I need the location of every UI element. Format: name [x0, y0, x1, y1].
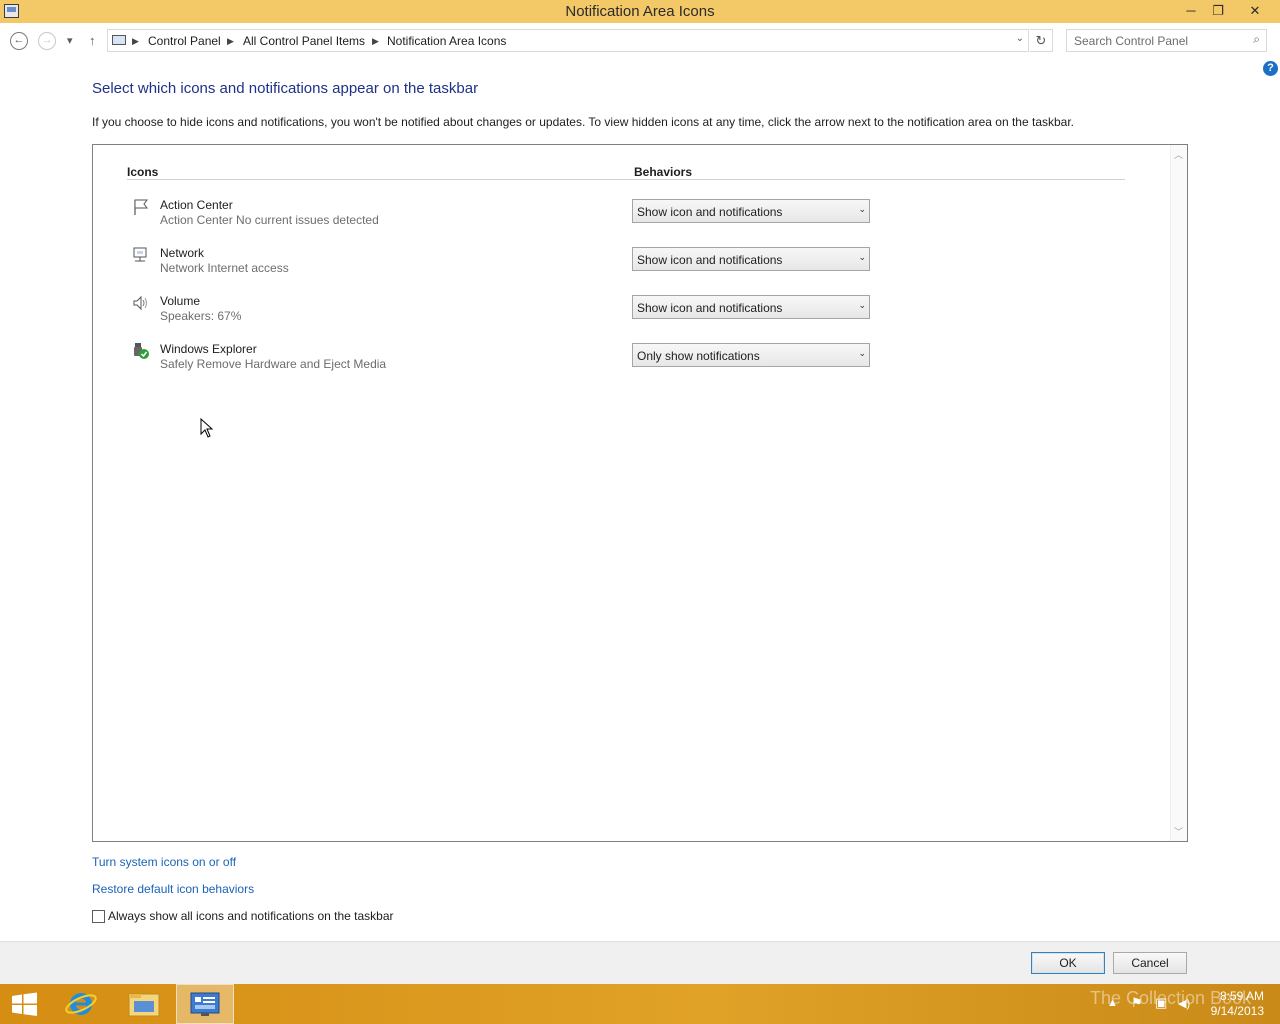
item-name: Volume [160, 294, 201, 308]
breadcrumb-separator[interactable]: ▶ [132, 34, 139, 48]
icons-list-panel: Icons Behaviors Action Center Action Cen… [92, 144, 1188, 842]
behavior-select[interactable]: Only show notifications ⌄ [632, 343, 870, 367]
address-toolbar: ← → ▾ ↑ ▶ Control Panel ▶ All Control Pa… [0, 23, 1280, 59]
behavior-select[interactable]: Show icon and notifications ⌄ [632, 247, 870, 271]
behavior-value: Show icon and notifications [637, 301, 783, 315]
page-description: If you choose to hide icons and notifica… [92, 115, 1075, 129]
always-show-checkbox[interactable] [92, 910, 105, 923]
computer-icon [112, 35, 126, 45]
address-dropdown-icon[interactable]: ⌄ [1016, 33, 1024, 44]
item-detail: Speakers: 67% [160, 309, 242, 323]
chevron-down-icon: ⌄ [858, 300, 866, 310]
list-item-network: Network Network Internet access Show ico… [127, 243, 887, 283]
internet-explorer-button[interactable] [53, 984, 111, 1024]
taskbar: The Collection Book ▲ ⚑ ▣ ◀) 8:59 AM 9/1… [0, 984, 1280, 1024]
scroll-down-icon[interactable]: ﹀ [1174, 825, 1183, 838]
list-item-volume: Volume Speakers: 67% Show icon and notif… [127, 291, 887, 331]
volume-tray-icon[interactable]: ◀) [1178, 997, 1190, 1010]
usb-eject-icon [134, 343, 149, 359]
list-item-action-center: Action Center Action Center No current i… [127, 195, 887, 235]
page-heading: Select which icons and notifications app… [92, 80, 479, 97]
breadcrumb-all-items[interactable]: All Control Panel Items [243, 34, 365, 48]
ok-button[interactable]: OK [1031, 952, 1105, 974]
network-icon [133, 247, 147, 262]
breadcrumb-notification-area-icons[interactable]: Notification Area Icons [387, 34, 506, 48]
recent-locations-button[interactable]: ▾ [67, 32, 73, 50]
scroll-up-icon[interactable]: ︿ [1174, 148, 1183, 161]
behavior-select[interactable]: Show icon and notifications ⌄ [632, 199, 870, 223]
up-button[interactable]: ↑ [89, 32, 96, 50]
speaker-icon [133, 295, 147, 311]
minimize-button[interactable]: ─ [1176, 0, 1206, 21]
search-input[interactable] [1074, 33, 1244, 48]
chevron-down-icon: ⌄ [858, 348, 866, 358]
taskbar-clock[interactable]: 8:59 AM 9/14/2013 [1211, 989, 1264, 1019]
dialog-footer: OK Cancel [0, 941, 1280, 984]
clock-date: 9/14/2013 [1210, 1004, 1264, 1018]
control-panel-taskbar-button[interactable] [176, 984, 234, 1024]
breadcrumb-control-panel[interactable]: Control Panel [148, 34, 221, 48]
search-icon[interactable]: ⌕ [1253, 32, 1260, 47]
network-tray-icon[interactable]: ▣ [1155, 995, 1167, 1011]
folder-icon [128, 993, 160, 1017]
always-show-label[interactable]: Always show all icons and notifications … [108, 909, 394, 923]
item-name: Windows Explorer [160, 342, 257, 356]
start-button[interactable] [0, 984, 58, 1024]
search-box: ⌕ [1066, 29, 1267, 52]
help-icon[interactable]: ? [1263, 61, 1278, 76]
restore-button[interactable]: ❐ [1203, 0, 1233, 21]
breadcrumb-separator[interactable]: ▶ [227, 34, 234, 48]
column-header-behaviors: Behaviors [634, 165, 693, 179]
column-header-icons: Icons [127, 165, 159, 179]
item-detail: Action Center No current issues detected [160, 213, 379, 227]
behavior-value: Show icon and notifications [637, 253, 783, 267]
behavior-value: Only show notifications [637, 349, 760, 363]
header-divider [127, 179, 1125, 180]
window-title: Notification Area Icons [565, 3, 715, 20]
windows-logo-icon [12, 992, 37, 1016]
file-explorer-button[interactable] [115, 984, 173, 1024]
clock-time: 8:59 AM [1219, 989, 1264, 1003]
chevron-down-icon: ⌄ [858, 204, 866, 214]
item-name: Network [160, 246, 205, 260]
back-button[interactable]: ← [10, 32, 28, 50]
breadcrumb-separator[interactable]: ▶ [372, 34, 379, 48]
item-detail: Safely Remove Hardware and Eject Media [160, 357, 387, 371]
turn-system-icons-link[interactable]: Turn system icons on or off [92, 855, 236, 869]
behavior-value: Show icon and notifications [637, 205, 783, 219]
vertical-scrollbar[interactable]: ︿ ﹀ [1170, 145, 1187, 841]
chevron-down-icon: ⌄ [858, 252, 866, 262]
action-center-tray-icon[interactable]: ⚑ [1131, 995, 1143, 1011]
show-hidden-icons-button[interactable]: ▲ [1107, 997, 1118, 1009]
list-item-windows-explorer: Windows Explorer Safely Remove Hardware … [127, 339, 887, 379]
address-field[interactable]: ▶ Control Panel ▶ All Control Panel Item… [107, 29, 1029, 52]
flag-icon [134, 199, 148, 215]
restore-default-behaviors-link[interactable]: Restore default icon behaviors [92, 882, 254, 896]
title-bar: Notification Area Icons ─ ❐ ✕ [0, 0, 1280, 23]
item-detail: Network Internet access [160, 261, 289, 275]
item-name: Action Center [160, 198, 233, 212]
refresh-button[interactable]: ↻ [1030, 29, 1053, 52]
cancel-button[interactable]: Cancel [1113, 952, 1187, 974]
internet-explorer-icon [65, 993, 97, 1015]
mouse-cursor-icon [200, 418, 214, 438]
control-panel-icon [190, 992, 220, 1016]
behavior-select[interactable]: Show icon and notifications ⌄ [632, 295, 870, 319]
forward-button[interactable]: → [38, 32, 56, 50]
close-button[interactable]: ✕ [1240, 0, 1270, 21]
